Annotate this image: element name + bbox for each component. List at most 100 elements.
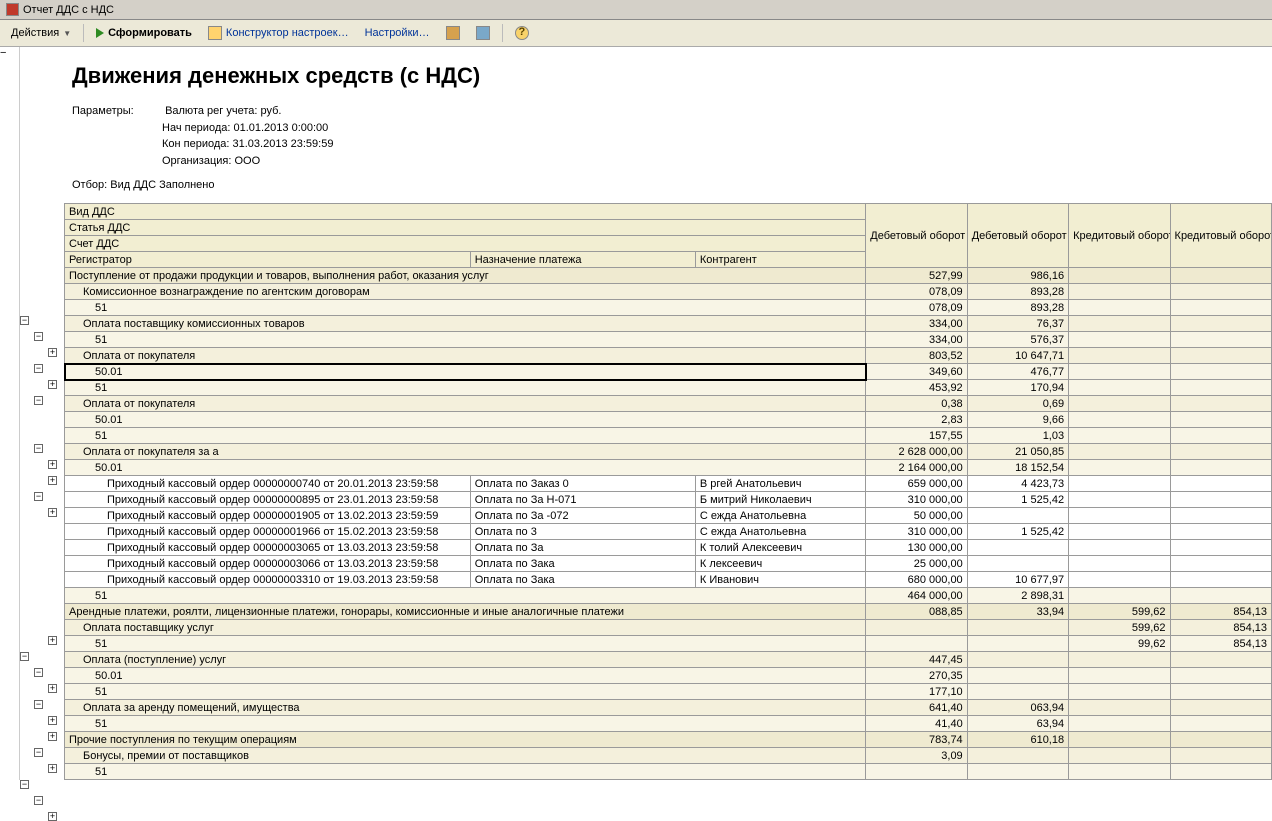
table-row[interactable]: 51177,10	[65, 684, 1272, 700]
expand-box[interactable]: +	[48, 732, 57, 741]
help-button[interactable]	[508, 23, 536, 43]
expand-box[interactable]: +	[48, 716, 57, 725]
row-desc: 51	[65, 588, 866, 604]
table-row[interactable]: 50.012,839,66	[65, 412, 1272, 428]
row-value	[967, 764, 1068, 780]
table-row[interactable]: 50.01270,35	[65, 668, 1272, 684]
table-row[interactable]: 50.012 164 000,0018 152,54	[65, 460, 1272, 476]
help-icon	[515, 26, 529, 40]
expand-box[interactable]: +	[48, 812, 57, 821]
wrench-icon	[208, 26, 222, 40]
collapse-box[interactable]: −	[34, 748, 43, 757]
collapse-box[interactable]: −	[34, 332, 43, 341]
row-value: 447,45	[866, 652, 967, 668]
collapse-box[interactable]: −	[34, 796, 43, 805]
table-row[interactable]: 51334,00576,37	[65, 332, 1272, 348]
constructor-button[interactable]: Конструктор настроек…	[201, 23, 356, 43]
collapse-box[interactable]: −	[34, 668, 43, 677]
table-row[interactable]: Приходный кассовый ордер 00000000740 от …	[65, 476, 1272, 492]
expand-box[interactable]: +	[48, 636, 57, 645]
tool-2[interactable]	[469, 23, 497, 43]
table-row[interactable]: Оплата поставщику комиссионных товаров33…	[65, 316, 1272, 332]
row-value	[1170, 588, 1271, 604]
table-row[interactable]: Прочие поступления по текущим операциям7…	[65, 732, 1272, 748]
hammer-icon	[446, 26, 460, 40]
table-row[interactable]: Оплата поставщику услуг599,62854,13	[65, 620, 1272, 636]
table-row[interactable]: Приходный кассовый ордер 00000003065 от …	[65, 540, 1272, 556]
actions-menu[interactable]: Действия ▼	[4, 24, 78, 42]
expand-box[interactable]: +	[48, 380, 57, 389]
row-value: 854,13	[1170, 620, 1271, 636]
row-value	[1170, 524, 1271, 540]
outline-gutter-2[interactable]: −−−−−−−−−−−−+++++++++++	[20, 47, 64, 780]
row-value	[1069, 412, 1170, 428]
table-row[interactable]: Комиссионное вознаграждение по агентским…	[65, 284, 1272, 300]
table-row[interactable]: Арендные платежи, роялти, лицензионные п…	[65, 604, 1272, 620]
table-row[interactable]: Приходный кассовый ордер 00000001905 от …	[65, 508, 1272, 524]
tool-1[interactable]	[439, 23, 467, 43]
collapse-box[interactable]: −	[34, 364, 43, 373]
collapse-box[interactable]: −	[34, 492, 43, 501]
table-row[interactable]: 5199,62854,13	[65, 636, 1272, 652]
table-row[interactable]: Приходный кассовый ордер 00000003310 от …	[65, 572, 1272, 588]
table-row[interactable]: 51	[65, 764, 1272, 780]
row-value	[1069, 652, 1170, 668]
row-desc: 51	[65, 428, 866, 444]
row-value	[967, 748, 1068, 764]
table-row[interactable]: Оплата от покупателя0,380,69	[65, 396, 1272, 412]
constructor-label: Конструктор настроек…	[226, 27, 349, 39]
separator	[83, 24, 84, 42]
row-value	[1069, 556, 1170, 572]
table-row[interactable]: Приходный кассовый ордер 00000001966 от …	[65, 524, 1272, 540]
table-row[interactable]: 51453,92170,94	[65, 380, 1272, 396]
hdr-registrator: Регистратор	[65, 252, 471, 268]
collapse-box[interactable]: −	[34, 444, 43, 453]
row-value	[1170, 268, 1271, 284]
collapse-box[interactable]: −	[20, 652, 29, 661]
table-row[interactable]: Приходный кассовый ордер 00000000895 от …	[65, 492, 1272, 508]
table-row[interactable]: 50.01349,60476,77	[65, 364, 1272, 380]
row-value	[1170, 652, 1271, 668]
table-row[interactable]: Оплата от покупателя за а2 628 000,0021 …	[65, 444, 1272, 460]
table-row[interactable]: Бонусы, премии от поставщиков3,09	[65, 748, 1272, 764]
expand-box[interactable]: +	[48, 348, 57, 357]
table-row[interactable]: 51078,09893,28	[65, 300, 1272, 316]
collapse-box[interactable]: −	[20, 780, 29, 789]
row-value: 088,85	[866, 604, 967, 620]
table-row[interactable]: Оплата (поступление) услуг447,45	[65, 652, 1272, 668]
row-desc: Оплата поставщику комиссионных товаров	[65, 316, 866, 332]
row-value: 1 525,42	[967, 492, 1068, 508]
table-row[interactable]: Оплата за аренду помещений, имущества641…	[65, 700, 1272, 716]
settings-button[interactable]: Настройки…	[358, 24, 437, 42]
row-value: 310 000,00	[866, 492, 967, 508]
row-value: 10 677,97	[967, 572, 1068, 588]
row-value: 157,55	[866, 428, 967, 444]
collapse-box[interactable]: −	[0, 47, 19, 59]
row-value	[967, 652, 1068, 668]
row-contragent: Б митрий Николаевич	[695, 492, 865, 508]
outline-gutter-1[interactable]: −	[0, 47, 20, 780]
expand-box[interactable]: +	[48, 476, 57, 485]
expand-box[interactable]: +	[48, 508, 57, 517]
collapse-box[interactable]: −	[34, 700, 43, 709]
collapse-box[interactable]: −	[34, 396, 43, 405]
table-row[interactable]: 51157,551,03	[65, 428, 1272, 444]
table-row[interactable]: Поступление от продажи продукции и товар…	[65, 268, 1272, 284]
table-row[interactable]: Приходный кассовый ордер 00000003066 от …	[65, 556, 1272, 572]
collapse-box[interactable]: −	[20, 316, 29, 325]
expand-box[interactable]: +	[48, 684, 57, 693]
row-value: 599,62	[1069, 620, 1170, 636]
row-value	[1069, 764, 1170, 780]
form-button[interactable]: Сформировать	[89, 24, 199, 42]
row-value	[1170, 700, 1271, 716]
table-row[interactable]: 5141,4063,94	[65, 716, 1272, 732]
table-row[interactable]: Оплата от покупателя803,5210 647,71	[65, 348, 1272, 364]
app-icon	[6, 3, 19, 16]
report-grid[interactable]: Вид ДДС Дебетовый оборот Дебетовый оборо…	[64, 203, 1272, 780]
expand-box[interactable]: +	[48, 460, 57, 469]
table-row[interactable]: 51464 000,002 898,31	[65, 588, 1272, 604]
row-value	[1170, 348, 1271, 364]
row-value: 41,40	[866, 716, 967, 732]
row-value: 63,94	[967, 716, 1068, 732]
row-value	[1069, 684, 1170, 700]
